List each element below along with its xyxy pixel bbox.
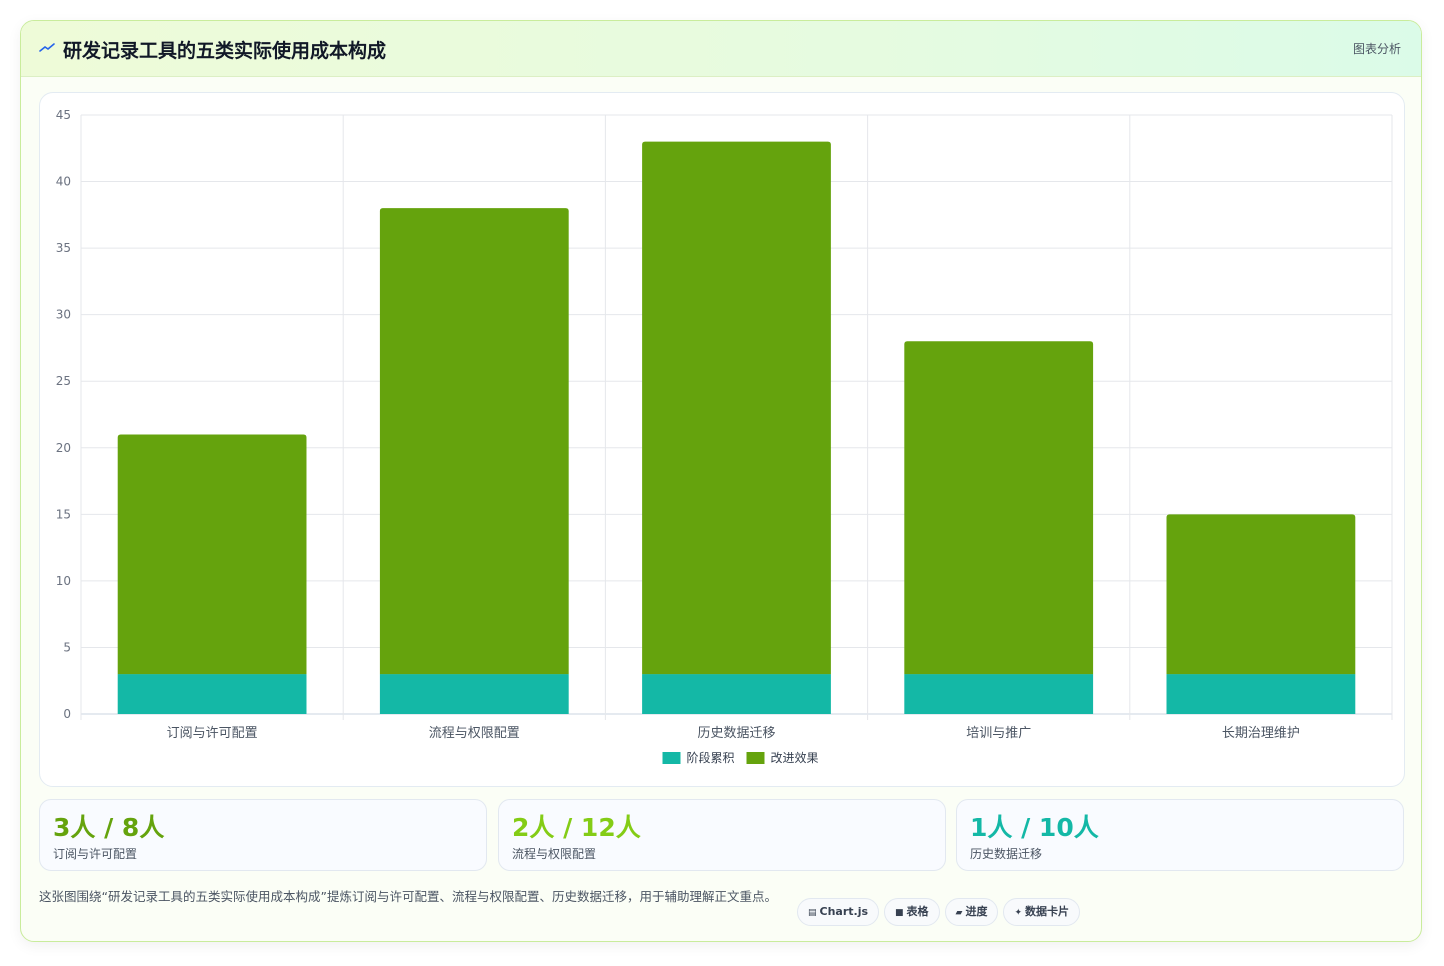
- y-tick-label: 15: [56, 507, 71, 521]
- chart-note: 这张图围绕“研发记录工具的五类实际使用成本构成”提炼订阅与许可配置、流程与权限配…: [39, 889, 777, 904]
- pill-data-card[interactable]: ✦ 数据卡片: [1003, 898, 1081, 926]
- x-category-label: 长期治理维护: [1222, 726, 1300, 741]
- x-category-label: 流程与权限配置: [429, 725, 520, 741]
- y-tick-label: 40: [56, 175, 71, 189]
- legend-swatch: [746, 752, 765, 764]
- bar-segment: [117, 674, 307, 714]
- table-icon: ■: [895, 908, 904, 918]
- bar-segment: [904, 341, 1094, 675]
- y-tick-label: 45: [56, 108, 71, 122]
- y-tick-label: 0: [63, 707, 71, 721]
- bar-segment: [117, 434, 307, 675]
- y-tick-label: 30: [56, 308, 71, 322]
- x-category-label: 订阅与许可配置: [167, 726, 258, 741]
- x-category-label: 历史数据迁移: [697, 726, 775, 741]
- pill-label: 数据卡片: [1025, 905, 1070, 918]
- chart-card: 研发记录工具的五类实际使用成本构成 图表分析 0 5 10 15 20 25 30 35 40 4…: [20, 20, 1422, 942]
- bar-segment: [904, 674, 1094, 714]
- progress-icon: ▰: [955, 908, 963, 918]
- chart-icon: ▤: [808, 908, 817, 918]
- stat-card-1: 3人 / 8人 订阅与许可配置: [39, 799, 487, 871]
- y-tick-label: 10: [56, 574, 71, 588]
- y-tick-label: 5: [63, 640, 71, 654]
- pill-table[interactable]: ■ 表格: [884, 898, 940, 926]
- pill-chartjs[interactable]: ▤ Chart.js: [797, 898, 880, 926]
- bar-segment: [379, 208, 569, 675]
- pill-label: Chart.js: [819, 905, 869, 918]
- stat-label: 历史数据迁移: [970, 847, 1043, 861]
- stat-value: 1人 / 10人: [970, 813, 1099, 842]
- trend-icon: [39, 43, 55, 52]
- stat-value: 2人 / 12人: [512, 813, 641, 842]
- bar-segment: [642, 674, 831, 714]
- stat-card-2: 2人 / 12人 流程与权限配置: [498, 799, 946, 871]
- stat-value: 3人 / 8人: [53, 813, 165, 842]
- card-header: 研发记录工具的五类实际使用成本构成 图表分析: [21, 21, 1421, 77]
- pill-progress[interactable]: ▰ 进度: [944, 898, 999, 926]
- legend-label: 阶段累积: [687, 750, 735, 765]
- y-tick-label: 35: [56, 241, 71, 255]
- legend-label: 改进效果: [771, 750, 819, 765]
- legend-swatch: [662, 752, 681, 764]
- pill-label: 进度: [965, 905, 988, 918]
- y-tick-label: 25: [56, 374, 71, 388]
- bar-segment: [379, 674, 569, 714]
- bar-segment: [1166, 514, 1356, 675]
- stat-label: 订阅与许可配置: [53, 847, 138, 861]
- stat-card-3: 1人 / 10人 历史数据迁移: [956, 799, 1404, 871]
- bar-segment: [1166, 674, 1356, 714]
- bar-chart: 0 5 10 15 20 25 30 35 40 45 订阅与许可配置 流程与权限配置 历史数据迁移 培训…: [56, 108, 1393, 765]
- feature-pills: ▤ Chart.js ■ 表格 ▰ 进度 ✦ 数据卡片: [797, 898, 1085, 926]
- chart-title: 研发记录工具的五类实际使用成本构成: [63, 40, 387, 62]
- pill-label: 表格: [906, 905, 929, 918]
- y-tick-label: 20: [56, 441, 71, 455]
- chart-panel: 0 5 10 15 20 25 30 35 40 45 订阅与许可配置 流程与权限配置 历史数据迁移 培训…: [39, 92, 1405, 787]
- bar-segment: [642, 141, 831, 675]
- chart-tag: 图表分析: [1352, 42, 1401, 56]
- x-category-label: 培训与推广: [966, 725, 1031, 741]
- stat-label: 流程与权限配置: [512, 847, 597, 861]
- sparkle-icon: ✦: [1014, 908, 1023, 918]
